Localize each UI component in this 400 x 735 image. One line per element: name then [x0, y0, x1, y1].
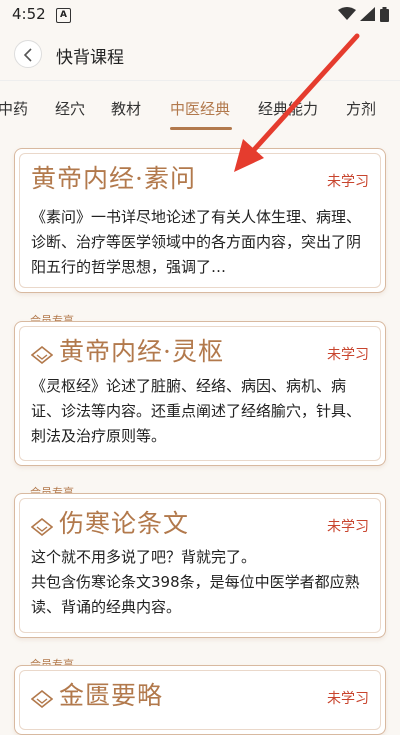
category-tabs: 中药 经穴 教材 中医经典 经典能力 方剂: [0, 80, 400, 133]
tab-jingxue[interactable]: 经穴: [55, 98, 85, 119]
course-title: 金匮要略: [59, 681, 164, 710]
signal-icon: [360, 7, 375, 21]
course-title: 黄帝内经·素问: [31, 164, 196, 193]
course-description: 《素问》一书详尽地论述了有关人体生理、病理、诊断、治疗等医学领域中的各方面内容，…: [31, 208, 362, 276]
course-description-line-1: 这个就不用多说了吧？背就完了。: [31, 548, 257, 566]
status-badge: 未学习: [327, 347, 369, 363]
page-title: 快背课程: [56, 48, 124, 68]
course-card-lingshu[interactable]: 黄帝内经·灵枢 未学习 《灵枢经》论述了脏腑、经络、病因、病机、病证、诊法等内容…: [14, 321, 386, 466]
course-title: 伤寒论条文: [59, 509, 190, 538]
wifi-icon: [338, 7, 356, 20]
status-badge: 未学习: [327, 174, 369, 190]
status-badge: 未学习: [327, 519, 369, 535]
tab-jiaocai[interactable]: 教材: [111, 98, 141, 119]
course-description-line-2: 共包含伤寒论条文398条，是每位中医学者都应熟读、背诵的经典内容。: [31, 573, 360, 616]
status-bar: 4:52 A: [0, 0, 400, 30]
status-time: 4:52: [12, 5, 46, 23]
active-tab-indicator: [170, 127, 232, 130]
battery-icon: [380, 7, 389, 22]
tab-fangji[interactable]: 方剂: [346, 98, 376, 119]
course-card-suwen[interactable]: 黄帝内经·素问 未学习 《素问》一书详尽地论述了有关人体生理、病理、诊断、治疗等…: [14, 148, 386, 293]
back-button[interactable]: [14, 40, 42, 68]
diamond-icon: [31, 518, 53, 536]
notification-a-icon: A: [56, 8, 71, 23]
course-card-jinkui[interactable]: 金匮要略 未学习: [14, 665, 386, 735]
tab-zhongyao[interactable]: 中药: [0, 98, 28, 119]
status-badge: 未学习: [327, 691, 369, 707]
diamond-icon: [31, 690, 53, 708]
chevron-left-icon: [23, 48, 32, 62]
course-description: 《灵枢经》论述了脏腑、经络、病因、病机、病证、诊法等内容。还重点阐述了经络腧穴，…: [31, 377, 362, 445]
header: 快背课程: [0, 30, 400, 76]
tab-jingdian-nengli[interactable]: 经典能力: [258, 98, 318, 119]
course-title: 黄帝内经·灵枢: [59, 337, 224, 366]
diamond-icon: [31, 346, 53, 364]
tab-zhongyi-jingdian[interactable]: 中医经典: [170, 98, 230, 119]
course-card-shanghanlun[interactable]: 伤寒论条文 未学习 这个就不用多说了吧？背就完了。 共包含伤寒论条文398条，是…: [14, 493, 386, 638]
